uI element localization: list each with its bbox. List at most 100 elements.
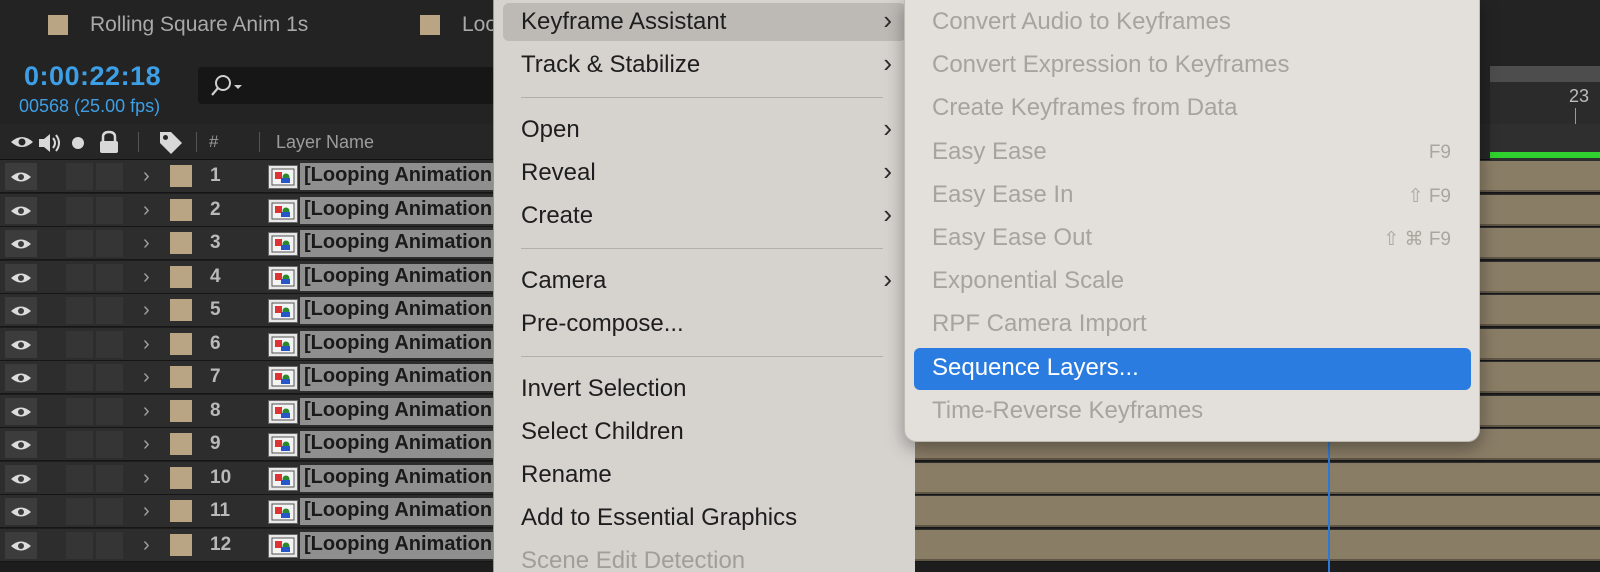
lock-icon[interactable]	[98, 130, 120, 154]
expand-chevron-icon[interactable]: ›	[143, 534, 150, 557]
label-color-swatch[interactable]	[170, 399, 192, 422]
lock-switch[interactable]	[96, 464, 123, 492]
menu-item-scene-edit-detection[interactable]: Scene Edit Detection	[503, 542, 906, 572]
label-color-swatch[interactable]	[170, 366, 192, 388]
playhead-line[interactable]	[1328, 440, 1330, 572]
label-color-swatch[interactable]	[170, 165, 192, 187]
solo-switch[interactable]	[66, 431, 93, 458]
layer-duration-bar[interactable]	[915, 496, 1600, 527]
layer-search-input[interactable]	[198, 67, 508, 104]
label-color-swatch[interactable]	[170, 466, 192, 489]
label-color-swatch[interactable]	[170, 265, 192, 288]
submenu-item-time-reverse-keyframes[interactable]: Time-Reverse Keyframes	[914, 391, 1471, 433]
submenu-item-convert-audio-to-keyframes[interactable]: Convert Audio to Keyframes	[914, 2, 1471, 44]
expand-chevron-icon[interactable]: ›	[143, 500, 150, 523]
video-switch-eye-icon[interactable]	[5, 297, 37, 324]
expand-chevron-icon[interactable]: ›	[143, 266, 150, 289]
label-color-swatch[interactable]	[170, 299, 192, 321]
solo-switch[interactable]	[66, 464, 93, 492]
expand-chevron-icon[interactable]: ›	[143, 366, 150, 389]
video-switch-eye-icon[interactable]	[5, 531, 37, 559]
lock-switch[interactable]	[96, 364, 123, 391]
menu-item-track-stabilize[interactable]: Track & Stabilize ›	[503, 46, 906, 84]
label-tag-icon[interactable]	[158, 130, 184, 154]
audio-speaker-icon[interactable]	[37, 132, 63, 154]
menu-item-add-to-essential-graphics[interactable]: Add to Essential Graphics	[503, 499, 906, 537]
menu-item-keyframe-assistant[interactable]: Keyframe Assistant ›	[503, 3, 906, 41]
video-switch-eye-icon[interactable]	[5, 498, 37, 525]
submenu-item-easy-ease[interactable]: Easy Ease F9	[914, 132, 1471, 174]
solo-switch[interactable]	[66, 364, 93, 391]
solo-switch[interactable]	[66, 397, 93, 425]
menu-item-rename[interactable]: Rename	[503, 456, 906, 494]
expand-chevron-icon[interactable]: ›	[143, 232, 150, 255]
video-switch-eye-icon[interactable]	[5, 196, 37, 224]
label-color-swatch[interactable]	[170, 500, 192, 522]
lock-switch[interactable]	[96, 330, 123, 358]
expand-chevron-icon[interactable]: ›	[143, 299, 150, 322]
current-time-display[interactable]: 0:00:22:18	[24, 61, 161, 92]
layer-duration-bar[interactable]	[915, 529, 1600, 561]
layer-duration-bar[interactable]	[915, 462, 1600, 494]
solo-switch[interactable]	[66, 196, 93, 224]
video-switch-eye-icon[interactable]	[5, 431, 37, 458]
submenu-item-rpf-camera-import[interactable]: RPF Camera Import	[914, 304, 1471, 346]
lock-switch[interactable]	[96, 531, 123, 559]
column-number-header[interactable]: #	[209, 132, 218, 152]
expand-chevron-icon[interactable]: ›	[143, 333, 150, 356]
lock-switch[interactable]	[96, 498, 123, 525]
solo-switch[interactable]	[66, 531, 93, 559]
submenu-item-easy-ease-out[interactable]: Easy Ease Out ⇧ ⌘ F9	[914, 218, 1471, 260]
submenu-item-exponential-scale[interactable]: Exponential Scale	[914, 261, 1471, 303]
submenu-item-convert-expression-to-keyframes[interactable]: Convert Expression to Keyframes	[914, 45, 1471, 87]
solo-dot-icon[interactable]	[71, 136, 85, 150]
expand-chevron-icon[interactable]: ›	[143, 433, 150, 456]
lock-switch[interactable]	[96, 230, 123, 257]
video-switch-eye-icon[interactable]	[5, 397, 37, 425]
video-switch-eye-icon[interactable]	[10, 132, 34, 152]
menu-item-pre-compose[interactable]: Pre-compose...	[503, 305, 906, 343]
submenu-item-create-keyframes-from-data[interactable]: Create Keyframes from Data	[914, 88, 1471, 130]
tab-looping[interactable]: Loo	[420, 10, 497, 40]
video-switch-eye-icon[interactable]	[5, 263, 37, 291]
lock-switch[interactable]	[96, 431, 123, 458]
work-area-band[interactable]	[1490, 66, 1600, 82]
label-color-swatch[interactable]	[170, 232, 192, 254]
menu-item-invert-selection[interactable]: Invert Selection	[503, 370, 906, 408]
solo-switch[interactable]	[66, 163, 93, 190]
label-color-swatch[interactable]	[170, 533, 192, 556]
tab-rolling-square[interactable]: Rolling Square Anim 1s	[48, 10, 308, 40]
expand-chevron-icon[interactable]: ›	[143, 467, 150, 490]
solo-switch[interactable]	[66, 297, 93, 324]
expand-chevron-icon[interactable]: ›	[143, 199, 150, 222]
menu-item-camera[interactable]: Camera ›	[503, 262, 906, 300]
menu-item-create[interactable]: Create ›	[503, 197, 906, 235]
video-switch-eye-icon[interactable]	[5, 364, 37, 391]
submenu-item-easy-ease-in[interactable]: Easy Ease In ⇧ F9	[914, 175, 1471, 217]
column-layer-name-header[interactable]: Layer Name	[276, 132, 374, 153]
lock-switch[interactable]	[96, 196, 123, 224]
time-ruler[interactable]: 23	[1490, 66, 1600, 124]
menu-item-reveal[interactable]: Reveal ›	[503, 154, 906, 192]
lock-switch[interactable]	[96, 263, 123, 291]
solo-switch[interactable]	[66, 230, 93, 257]
lock-switch[interactable]	[96, 297, 123, 324]
label-color-swatch[interactable]	[170, 332, 192, 355]
menu-item-select-children[interactable]: Select Children	[503, 413, 906, 451]
video-switch-eye-icon[interactable]	[5, 230, 37, 257]
expand-chevron-icon[interactable]: ›	[143, 165, 150, 188]
layer-name: [Looping Animation	[304, 398, 493, 421]
label-color-swatch[interactable]	[170, 433, 192, 455]
solo-switch[interactable]	[66, 498, 93, 525]
solo-switch[interactable]	[66, 263, 93, 291]
lock-switch[interactable]	[96, 397, 123, 425]
video-switch-eye-icon[interactable]	[5, 464, 37, 492]
lock-switch[interactable]	[96, 163, 123, 190]
solo-switch[interactable]	[66, 330, 93, 358]
label-color-swatch[interactable]	[170, 198, 192, 221]
video-switch-eye-icon[interactable]	[5, 163, 37, 190]
menu-item-open[interactable]: Open ›	[503, 111, 906, 149]
video-switch-eye-icon[interactable]	[5, 330, 37, 358]
expand-chevron-icon[interactable]: ›	[143, 400, 150, 423]
submenu-item-sequence-layers[interactable]: Sequence Layers...	[914, 347, 1471, 390]
